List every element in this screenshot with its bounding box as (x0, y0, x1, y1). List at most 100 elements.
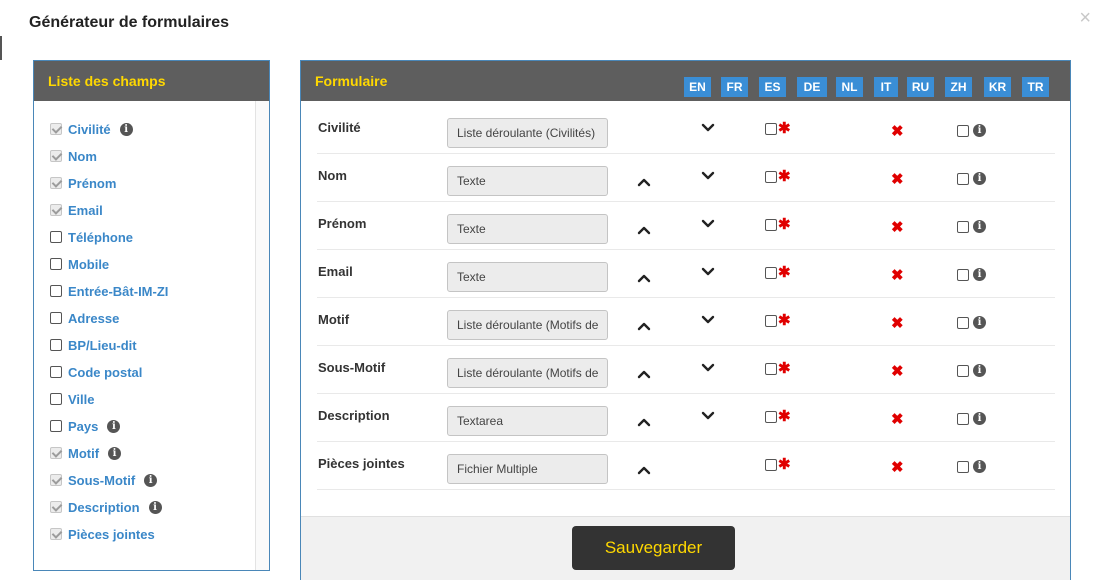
cross-icon[interactable]: ✖ (891, 172, 904, 187)
option-toggle[interactable]: i (957, 268, 986, 281)
field-list-item[interactable]: Mobile (50, 255, 109, 273)
field-list-scrollbar[interactable] (255, 101, 269, 570)
field-list-item[interactable]: Civilité i (50, 120, 133, 138)
required-checkbox[interactable] (765, 219, 777, 231)
info-icon[interactable]: i (119, 122, 133, 136)
lang-it-button[interactable]: IT (874, 77, 898, 97)
field-list-item[interactable]: Ville (50, 390, 95, 408)
option-checkbox[interactable] (957, 412, 969, 425)
required-toggle[interactable]: ✱ (765, 313, 791, 328)
chevron-up-icon[interactable] (637, 223, 651, 235)
field-checkbox[interactable] (50, 312, 62, 324)
field-label[interactable]: Pièces jointes (68, 527, 155, 542)
info-icon[interactable]: i (144, 473, 158, 487)
option-toggle[interactable]: i (957, 460, 986, 473)
required-checkbox[interactable] (765, 171, 777, 183)
cross-icon[interactable]: ✖ (891, 268, 904, 283)
close-icon[interactable]: × (1079, 8, 1091, 28)
field-list-item[interactable]: Téléphone (50, 228, 133, 246)
required-toggle[interactable]: ✱ (765, 265, 791, 280)
field-label[interactable]: Description (68, 500, 140, 515)
field-type-box[interactable]: Liste déroulante (Motifs de (447, 358, 608, 388)
cross-icon[interactable]: ✖ (891, 364, 904, 379)
field-label[interactable]: Sous-Motif (68, 473, 135, 488)
info-icon[interactable]: i (973, 268, 986, 281)
chevron-up-icon[interactable] (637, 175, 651, 187)
cross-icon[interactable]: ✖ (891, 124, 904, 139)
field-list-item[interactable]: BP/Lieu-dit (50, 336, 137, 354)
chevron-down-icon[interactable] (701, 121, 715, 133)
field-type-box[interactable]: Textarea (447, 406, 608, 436)
required-toggle[interactable]: ✱ (765, 457, 791, 472)
field-label[interactable]: Code postal (68, 365, 142, 380)
field-list-item[interactable]: Prénom (50, 174, 116, 192)
field-list-item[interactable]: Description i (50, 498, 162, 516)
info-icon[interactable]: i (973, 460, 986, 473)
option-checkbox[interactable] (957, 364, 969, 377)
chevron-up-icon[interactable] (637, 367, 651, 379)
cross-icon[interactable]: ✖ (891, 316, 904, 331)
field-label[interactable]: Adresse (68, 311, 119, 326)
chevron-up-icon[interactable] (637, 271, 651, 283)
field-list-item[interactable]: Nom (50, 147, 97, 165)
info-icon[interactable]: i (148, 500, 162, 514)
required-checkbox[interactable] (765, 267, 777, 279)
field-type-box[interactable]: Liste déroulante (Civilités) (447, 118, 608, 148)
field-list-item[interactable]: Adresse (50, 309, 119, 327)
option-checkbox[interactable] (957, 316, 969, 329)
field-label[interactable]: Téléphone (68, 230, 133, 245)
option-toggle[interactable]: i (957, 220, 986, 233)
field-label[interactable]: Pays (68, 419, 98, 434)
info-icon[interactable]: i (973, 316, 986, 329)
field-label[interactable]: Ville (68, 392, 95, 407)
required-checkbox[interactable] (765, 411, 777, 423)
field-label[interactable]: Motif (68, 446, 99, 461)
option-toggle[interactable]: i (957, 172, 986, 185)
field-list-item[interactable]: Sous-Motif i (50, 471, 158, 489)
field-checkbox[interactable] (50, 339, 62, 351)
field-type-box[interactable]: Texte (447, 214, 608, 244)
option-checkbox[interactable] (957, 172, 969, 185)
field-type-box[interactable]: Texte (447, 262, 608, 292)
lang-es-button[interactable]: ES (759, 77, 786, 97)
field-label[interactable]: BP/Lieu-dit (68, 338, 137, 353)
required-checkbox[interactable] (765, 363, 777, 375)
info-icon[interactable]: i (973, 124, 986, 137)
option-checkbox[interactable] (957, 460, 969, 473)
field-label[interactable]: Email (68, 203, 103, 218)
info-icon[interactable]: i (973, 364, 986, 377)
chevron-up-icon[interactable] (637, 319, 651, 331)
field-label[interactable]: Entrée-Bât-IM-ZI (68, 284, 168, 299)
save-button[interactable]: Sauvegarder (572, 526, 735, 570)
required-toggle[interactable]: ✱ (765, 169, 791, 184)
field-checkbox[interactable] (50, 393, 62, 405)
lang-zh-button[interactable]: ZH (945, 77, 972, 97)
required-toggle[interactable]: ✱ (765, 121, 791, 136)
chevron-down-icon[interactable] (701, 169, 715, 181)
field-checkbox[interactable] (50, 258, 62, 270)
chevron-up-icon[interactable] (637, 463, 651, 475)
required-toggle[interactable]: ✱ (765, 217, 791, 232)
info-icon[interactable]: i (973, 220, 986, 233)
chevron-down-icon[interactable] (701, 409, 715, 421)
lang-fr-button[interactable]: FR (721, 77, 748, 97)
chevron-up-icon[interactable] (637, 415, 651, 427)
lang-de-button[interactable]: DE (797, 77, 827, 97)
field-checkbox[interactable] (50, 366, 62, 378)
field-type-box[interactable]: Fichier Multiple (447, 454, 608, 484)
option-toggle[interactable]: i (957, 124, 986, 137)
chevron-down-icon[interactable] (701, 217, 715, 229)
option-toggle[interactable]: i (957, 316, 986, 329)
field-label[interactable]: Prénom (68, 176, 116, 191)
required-checkbox[interactable] (765, 315, 777, 327)
field-list-item[interactable]: Code postal (50, 363, 142, 381)
field-checkbox[interactable] (50, 231, 62, 243)
info-icon[interactable]: i (973, 412, 986, 425)
field-list-item[interactable]: Pièces jointes (50, 525, 155, 543)
option-checkbox[interactable] (957, 124, 969, 137)
lang-nl-button[interactable]: NL (836, 77, 863, 97)
field-checkbox[interactable] (50, 420, 62, 432)
field-list-item[interactable]: Pays i (50, 417, 121, 435)
field-type-box[interactable]: Liste déroulante (Motifs de (447, 310, 608, 340)
lang-tr-button[interactable]: TR (1022, 77, 1049, 97)
